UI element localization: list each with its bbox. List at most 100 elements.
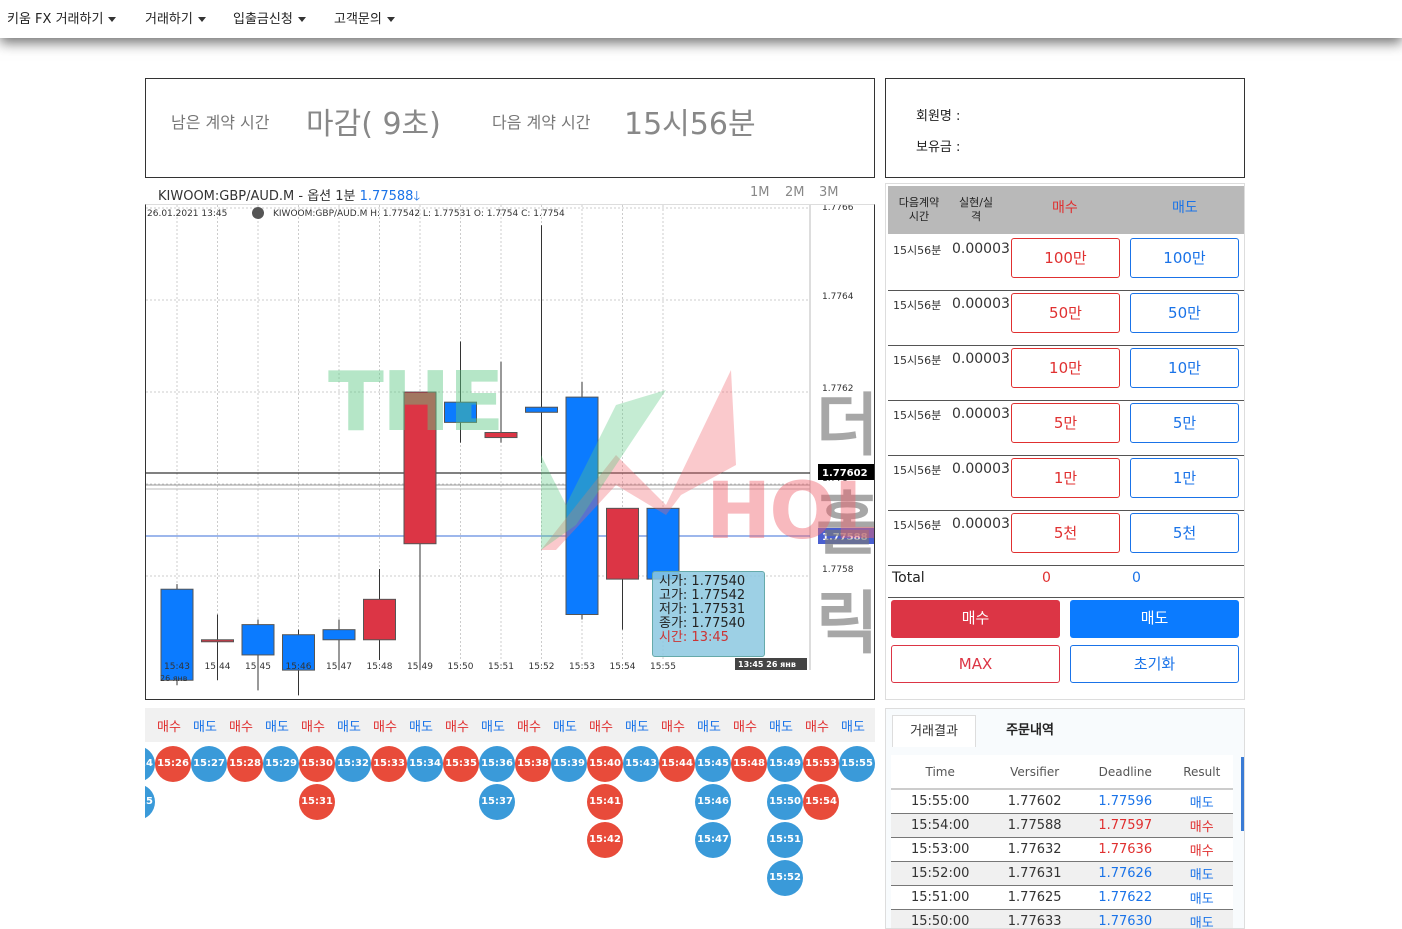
tooltip-low: 저가: 1.77531 [659, 602, 746, 617]
cursor-date-text: 13:45 26 янв [738, 660, 796, 669]
candle-body[interactable] [484, 432, 518, 439]
history-label-sell: 매도 [265, 720, 289, 735]
candle-body[interactable] [646, 507, 680, 580]
history-result-circle: 15:25 [145, 784, 155, 820]
sell-amount-button[interactable]: 5만 [1130, 403, 1239, 443]
caret-down-icon [197, 17, 206, 22]
time-tick-label: 15:46 [286, 662, 312, 672]
col-result: Result [1170, 755, 1233, 790]
order-time: 15시56분 [893, 354, 942, 367]
buy-button[interactable]: 매수 [891, 600, 1060, 638]
candle-body[interactable] [403, 391, 437, 545]
nav-trade[interactable]: 거래하기 [145, 8, 206, 27]
time-tick-label: 15:48 [367, 662, 393, 672]
candle-body[interactable] [322, 629, 356, 641]
history-label-sell: 매도 [409, 720, 433, 735]
result-time: 15:54:00 [891, 813, 990, 838]
history-result-circle: 15:27 [191, 746, 227, 782]
result-deadline: 1.77597 [1079, 813, 1171, 838]
time-tick-label: 15:49 [407, 662, 433, 672]
time-tick-label: 15:55 [650, 662, 676, 672]
order-rate: 0.00003 [952, 241, 1010, 257]
order-panel: 다음계약 시간 실현/실 격 매수 매도 15시56분 0.00003 100만 1… [885, 183, 1245, 700]
buy-amount-button[interactable]: 1만 [1011, 458, 1120, 498]
remain-label: 남은 계약 시간 [171, 113, 270, 132]
history-result-circle: 15:54 [803, 784, 839, 820]
buy-amount-button[interactable]: 5만 [1011, 403, 1120, 443]
result-time: 15:55:00 [891, 789, 990, 814]
buy-amount-button[interactable]: 100만 [1011, 238, 1120, 278]
result-outcome: 매도 [1170, 909, 1233, 928]
candle-body[interactable] [525, 406, 558, 413]
next-value: 15시56분 [624, 107, 756, 142]
tooltip-time: 시간: 13:45 [659, 630, 729, 645]
history-label-sell: 매도 [481, 720, 505, 735]
member-name-label: 회원명 : [916, 109, 961, 124]
nav-label: 키움 FX 거래하기 [7, 12, 104, 27]
history-label-sell: 매도 [841, 720, 865, 735]
price-chart[interactable]: 1.77661.77641.77621.7761.775815:4315:441… [145, 204, 875, 700]
history-result-circle: 15:49 [767, 746, 803, 782]
sell-button[interactable]: 매도 [1070, 600, 1239, 638]
sell-amount-button[interactable]: 1만 [1130, 458, 1239, 498]
result-time: 15:52:00 [891, 861, 990, 886]
timeframe-1m[interactable]: 1M [750, 185, 770, 200]
current-price-tag-text: 1.77588 [822, 532, 868, 543]
timeframe-3m[interactable]: 3M [819, 185, 839, 200]
arrow-down-icon: 🡓 [413, 189, 421, 204]
candle-body[interactable] [606, 507, 639, 580]
tab-trade-results[interactable]: 거래결과 [892, 715, 976, 747]
buy-amount-button[interactable]: 10만 [1011, 348, 1120, 388]
history-result-circle: 15:42 [587, 822, 623, 858]
time-tick-label: 15:43 [164, 662, 190, 672]
buy-amount-button[interactable]: 50만 [1011, 293, 1120, 333]
total-buy: 0 [1042, 570, 1051, 586]
result-time: 15:53:00 [891, 837, 990, 862]
nav-deposit[interactable]: 입출금신청 [233, 8, 306, 27]
sell-amount-button[interactable]: 100만 [1130, 238, 1239, 278]
history-result-circle: 15:50 [767, 784, 803, 820]
nav-kiwoom-fx[interactable]: 키움 FX 거래하기 [7, 8, 117, 27]
history-result-circle: 15:35 [443, 746, 479, 782]
order-row: 15시56분 0.00003 1만 1만 [888, 456, 1244, 511]
history-result-circle: 15:24 [145, 746, 155, 782]
results-scrollbar[interactable] [1241, 757, 1244, 831]
sell-amount-button[interactable]: 10만 [1130, 348, 1239, 388]
nav-support[interactable]: 고객문의 [334, 8, 395, 27]
top-navbar: 키움 FX 거래하기 거래하기 입출금신청 고객문의 [0, 0, 1402, 38]
buy-amount-button[interactable]: 5천 [1011, 513, 1120, 553]
chart-info-date: 26.01.2021 13:45 [147, 209, 227, 219]
time-tick-label: 15:45 [245, 662, 271, 672]
tab-order-history[interactable]: 주문내역 [986, 715, 1074, 747]
candle-body[interactable] [201, 639, 234, 643]
ohlc-tooltip: 시가: 1.77540 고가: 1.77542 저가: 1.77531 종가: … [652, 571, 765, 657]
history-label-buy: 매수 [301, 720, 325, 735]
order-rate: 0.00003 [952, 461, 1010, 477]
candlestick-chart[interactable]: 1.77661.77641.77621.7761.775815:4315:441… [146, 205, 875, 700]
max-button[interactable]: MAX [891, 645, 1060, 683]
timeframe-2m[interactable]: 2M [785, 185, 805, 200]
reset-button[interactable]: 초기화 [1070, 645, 1239, 683]
sell-amount-button[interactable]: 5천 [1130, 513, 1239, 553]
order-header: 다음계약 시간 실현/실 격 매수 매도 [888, 186, 1244, 234]
result-outcome: 매도 [1170, 861, 1233, 886]
order-time: 15시56분 [893, 299, 942, 312]
history-result-circle: 15:33 [371, 746, 407, 782]
results-table: Time Versifier Deadline Result 15:55:00 … [891, 755, 1233, 928]
time-tick-label: 15:52 [529, 662, 555, 672]
history-result-circle: 15:34 [407, 746, 443, 782]
caret-down-icon [386, 17, 395, 22]
history-result-circle: 15:41 [587, 784, 623, 820]
order-rate: 0.00003 [952, 296, 1010, 312]
candle-body[interactable] [241, 624, 275, 656]
result-time: 15:50:00 [891, 909, 990, 928]
sell-amount-button[interactable]: 50만 [1130, 293, 1239, 333]
history-strip: 매수 매도 매수 매도 매수 매도 매수 매도 매수 매도 매수 매도 매수 매도 매수 매도 매수 매도 매수 매도… [145, 708, 875, 929]
last-price-tag-text: 1.77602 [822, 468, 868, 479]
time-tick-label: 15:44 [205, 662, 231, 672]
nav-label: 거래하기 [145, 12, 193, 27]
history-label-buy: 매수 [805, 720, 829, 735]
candle-body[interactable] [363, 598, 396, 641]
result-outcome: 매수 [1170, 837, 1233, 862]
candle-body[interactable] [444, 401, 477, 423]
